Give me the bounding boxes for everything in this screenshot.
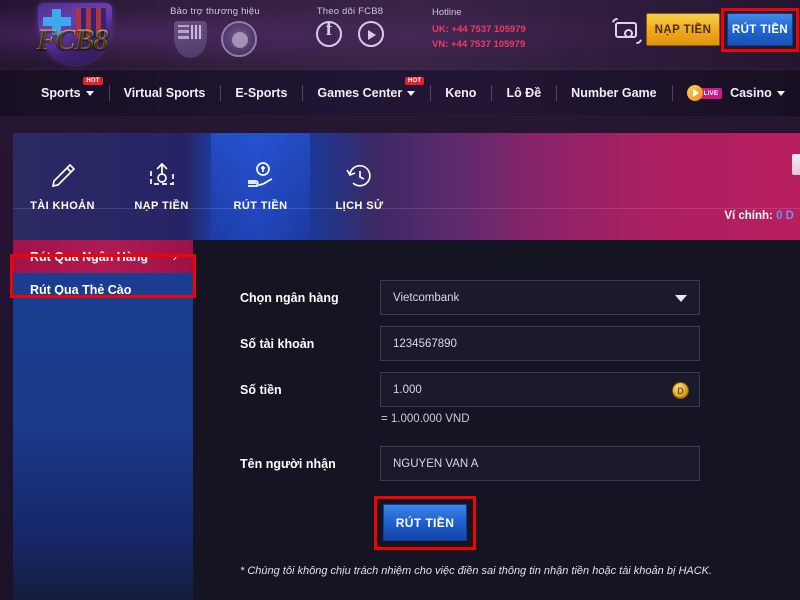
nav-item-sports[interactable]: Sports HOT (26, 77, 109, 100)
disclaimer-note: * Chúng tôi không chịu trách nhiệm cho v… (240, 565, 713, 577)
tab-label: NẠP TIỀN (134, 200, 189, 212)
hot-badge: HOT (404, 77, 425, 85)
logo-text: FCB8 (18, 23, 126, 57)
wallet-balance: Ví chính: 0 D (724, 210, 794, 222)
account-label: Số tài khoản (240, 336, 315, 351)
account-input[interactable]: 1234567890 (380, 326, 700, 361)
tab-label: TÀI KHOẢN (30, 200, 95, 212)
hotline-vn: VN: +44 7537 105979 (432, 39, 526, 50)
nav-label: E-Sports (235, 86, 288, 100)
withdraw-form-panel: Chọn ngân hàng Vietcombank Số tài khoản … (193, 240, 800, 600)
withdraw-method-sidebar: Rút Qua Ngân Hàng › Rút Qua Thẻ Cào (13, 240, 193, 600)
chevron-down-icon (675, 295, 687, 302)
withdraw-hand-icon (244, 161, 278, 191)
bank-label: Chọn ngân hàng (240, 290, 339, 305)
nav-item-virtual-sports[interactable]: Virtual Sports (109, 86, 221, 100)
sponsor-block: Bảo trợ thương hiệu (150, 6, 280, 58)
chevron-right-icon: › (172, 249, 177, 264)
amount-input[interactable]: 1.000 D (380, 372, 700, 407)
hotline-caption: Hotline (432, 7, 462, 18)
wallet-icon[interactable] (610, 16, 644, 46)
nav-item-keno[interactable]: Keno (430, 86, 491, 100)
field-row-account: Số tài khoản 1234567890 (240, 326, 700, 361)
tab-rut-tien[interactable]: RÚT TIỀN (211, 133, 310, 240)
chevron-down-icon (85, 90, 94, 96)
field-row-amount: Số tiền 1.000 D (240, 372, 700, 407)
wallet-balance-amount: 0 D (776, 210, 794, 222)
receiver-label: Tên người nhận (240, 456, 336, 471)
edge-cut-element[interactable] (792, 154, 800, 175)
sidebar-item-label: Rút Qua Thẻ Cào (30, 282, 132, 297)
social-block: Theo dõi FCB8 (290, 6, 410, 47)
nav-label: Virtual Sports (123, 86, 206, 100)
amount-label: Số tiền (240, 382, 282, 397)
nav-label: Lô Đề (506, 86, 542, 100)
facebook-icon[interactable] (316, 19, 342, 47)
field-row-receiver: Tên người nhận NGUYEN VAN A (240, 446, 700, 481)
nav-item-lo-de[interactable]: Lô Đề (491, 86, 556, 100)
account-input-value: 1234567890 (393, 337, 457, 350)
sponsor-caption: Bảo trợ thương hiệu (170, 6, 260, 17)
main-nav: Sports HOT Virtual Sports E-Sports Games… (0, 70, 800, 117)
withdraw-button[interactable]: RÚT TIỀN (727, 13, 793, 46)
receiver-input-value: NGUYEN VAN A (393, 457, 479, 470)
tab-label: RÚT TIỀN (233, 200, 288, 212)
chevron-down-icon (776, 90, 785, 96)
chevron-down-icon (407, 90, 416, 96)
nav-item-casino[interactable]: LIVE Casino (672, 85, 800, 101)
hot-badge: HOT (83, 77, 103, 85)
tab-tai-khoan[interactable]: TÀI KHOẢN (13, 133, 112, 240)
deposit-button[interactable]: NẠP TIỀN (646, 13, 720, 46)
submit-withdraw-button[interactable]: RÚT TIỀN (383, 504, 467, 541)
fcb-crest-icon (173, 21, 207, 58)
bank-select[interactable]: Vietcombank (380, 280, 700, 315)
deposit-cash-icon (145, 161, 179, 191)
tabbar-divider (13, 208, 800, 209)
bank-select-value: Vietcombank (393, 291, 460, 304)
tab-label: LỊCH SỬ (335, 200, 384, 212)
live-badge: LIVE (686, 85, 723, 101)
pencil-icon (46, 161, 80, 191)
nav-item-number-game[interactable]: Number Game (556, 86, 671, 100)
tab-nap-tien[interactable]: NẠP TIỀN (112, 133, 211, 240)
nav-label: Sports (41, 86, 81, 100)
nav-label: Games Center (317, 86, 403, 100)
iom-seal-icon (220, 21, 257, 57)
nav-label: Number Game (571, 86, 657, 100)
live-label: LIVE (699, 87, 723, 99)
converted-amount: = 1.000.000 VND (381, 413, 470, 425)
youtube-icon[interactable] (358, 21, 384, 47)
play-icon (686, 85, 703, 101)
sidebar-item-label: Rút Qua Ngân Hàng (30, 249, 149, 264)
nav-label: Keno (445, 86, 477, 100)
page-root: FCB8 Bảo trợ thương hiệu Theo dõi FCB8 H… (0, 0, 800, 600)
social-caption: Theo dõi FCB8 (316, 6, 384, 17)
sidebar-item-card-withdraw[interactable]: Rút Qua Thẻ Cào (13, 273, 193, 306)
tab-lich-su[interactable]: LỊCH SỬ (310, 133, 409, 240)
coin-icon: D (672, 382, 689, 399)
site-logo[interactable]: FCB8 (14, 1, 126, 69)
receiver-input[interactable]: NGUYEN VAN A (380, 446, 700, 481)
amount-input-value: 1.000 (393, 383, 422, 396)
account-tabbar: TÀI KHOẢN NẠP TIỀN RÚT TIỀN LỊCH SỬ Ví c… (13, 133, 800, 240)
submit-area: RÚT TIỀN (383, 504, 467, 541)
sidebar-item-bank-withdraw[interactable]: Rút Qua Ngân Hàng › (13, 240, 193, 273)
nav-label: Casino (730, 86, 772, 100)
site-header: FCB8 Bảo trợ thương hiệu Theo dõi FCB8 H… (0, 0, 800, 70)
history-clock-icon (343, 161, 377, 191)
field-row-bank: Chọn ngân hàng Vietcombank (240, 280, 700, 315)
hotline-block: Hotline UK: +44 7537 105979 VN: +44 7537… (432, 7, 526, 52)
nav-item-games-center[interactable]: Games Center HOT (302, 77, 430, 100)
wallet-balance-label: Ví chính: (724, 210, 773, 222)
hotline-uk: UK: +44 7537 105979 (432, 24, 526, 35)
nav-item-e-sports[interactable]: E-Sports (220, 86, 302, 100)
